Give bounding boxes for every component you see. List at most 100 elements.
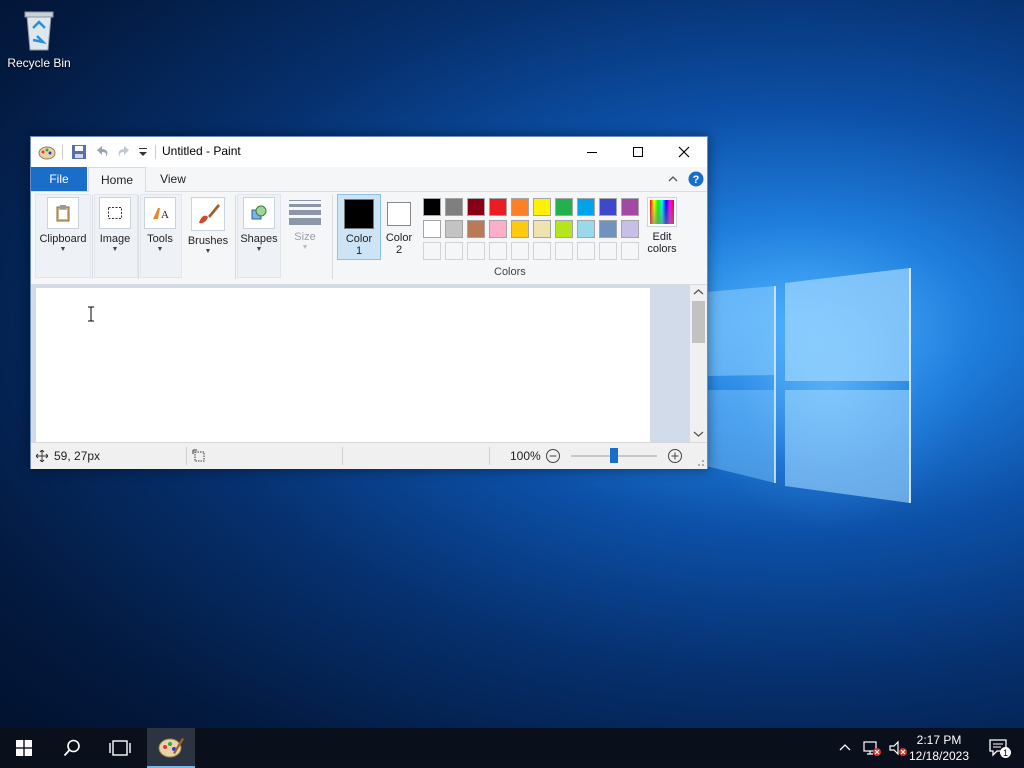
brushes-button[interactable]: Brushes ▼: [183, 197, 233, 255]
palette-swatch[interactable]: [423, 198, 441, 216]
palette-swatch[interactable]: [445, 198, 463, 216]
notification-count: 1: [1003, 748, 1008, 758]
palette-swatch[interactable]: [577, 198, 595, 216]
palette-swatch[interactable]: [599, 198, 617, 216]
ribbon-tabs: File Home View ?: [31, 167, 707, 193]
palette-swatch-empty[interactable]: [423, 242, 441, 260]
title-bar[interactable]: Untitled - Paint: [31, 137, 707, 167]
color2-number: 2: [395, 244, 403, 256]
palette-swatch-empty[interactable]: [621, 242, 639, 260]
tools-button[interactable]: A Tools ▼: [140, 197, 180, 253]
divider: [332, 195, 333, 279]
shapes-button[interactable]: Shapes ▼: [237, 197, 281, 253]
palette-swatch[interactable]: [599, 220, 617, 238]
close-button[interactable]: [661, 137, 707, 167]
network-disconnected-icon[interactable]: [862, 739, 882, 757]
palette-swatch[interactable]: [467, 198, 485, 216]
maximize-button[interactable]: [615, 137, 661, 167]
divider: [489, 447, 490, 465]
scroll-thumb[interactable]: [692, 301, 705, 343]
palette-swatch[interactable]: [467, 220, 485, 238]
svg-text:?: ?: [693, 174, 700, 186]
palette-swatch-empty[interactable]: [489, 242, 507, 260]
tab-view[interactable]: View: [148, 167, 198, 191]
palette-swatch[interactable]: [621, 220, 639, 238]
taskbar-paint-app[interactable]: [147, 728, 195, 768]
color2-label: Color: [385, 232, 413, 244]
zoom-slider-thumb[interactable]: [610, 448, 618, 463]
maximize-icon: [633, 147, 643, 157]
undo-icon[interactable]: [93, 144, 111, 160]
palette-swatch[interactable]: [555, 198, 573, 216]
color1-swatch: [344, 199, 374, 229]
size-icon: [289, 197, 321, 227]
minimize-button[interactable]: [569, 137, 615, 167]
task-view-button[interactable]: [96, 728, 144, 768]
tab-home[interactable]: Home: [88, 167, 146, 193]
redo-icon[interactable]: [115, 144, 133, 160]
canvas-workspace: [31, 285, 690, 442]
palette-swatch-empty[interactable]: [445, 242, 463, 260]
palette-swatch[interactable]: [533, 220, 551, 238]
task-view-icon: [109, 740, 131, 756]
text-cursor-icon: [88, 306, 94, 322]
minimize-icon: [587, 152, 597, 153]
windows-start-icon: [16, 740, 32, 756]
drawing-canvas[interactable]: [36, 288, 650, 442]
start-button[interactable]: [0, 728, 48, 768]
palette-swatch[interactable]: [489, 198, 507, 216]
palette-swatch-empty[interactable]: [577, 242, 595, 260]
palette-swatch[interactable]: [555, 220, 573, 238]
palette-swatch-empty[interactable]: [555, 242, 573, 260]
divider: [138, 195, 139, 279]
zoom-in-icon[interactable]: [667, 448, 683, 464]
edit-colors-label-1: Edit: [652, 231, 672, 243]
palette-swatch[interactable]: [511, 198, 529, 216]
scroll-down-icon[interactable]: [693, 430, 704, 438]
scroll-up-icon[interactable]: [693, 288, 704, 296]
size-label: Size: [294, 231, 316, 243]
palette-swatch[interactable]: [489, 220, 507, 238]
paint-window: Untitled - Paint File Home View ? Clipbo…: [30, 136, 708, 469]
brush-icon: [191, 197, 225, 231]
collapse-ribbon-icon[interactable]: [667, 173, 679, 185]
color1-button[interactable]: Color 1: [337, 194, 381, 260]
clipboard-button[interactable]: Clipboard ▼: [35, 197, 91, 253]
customize-qa-icon[interactable]: [137, 145, 149, 159]
zoom-out-icon[interactable]: [545, 448, 561, 464]
palette-swatch-empty[interactable]: [533, 242, 551, 260]
brushes-label: Brushes: [187, 235, 229, 247]
palette-swatch-empty[interactable]: [467, 242, 485, 260]
image-button[interactable]: Image ▼: [94, 197, 136, 253]
notifications-icon: 1: [989, 739, 1011, 758]
taskbar: 2:17 PM 12/18/2023 1: [0, 728, 1024, 768]
clock-time: 2:17 PM: [916, 733, 962, 747]
vertical-scrollbar[interactable]: [690, 285, 707, 442]
palette-swatch[interactable]: [511, 220, 529, 238]
help-icon[interactable]: ?: [688, 171, 704, 187]
palette-swatch[interactable]: [423, 220, 441, 238]
palette-swatch[interactable]: [621, 198, 639, 216]
show-hidden-icons-icon[interactable]: [838, 741, 852, 755]
palette-swatch-empty[interactable]: [599, 242, 617, 260]
tab-file[interactable]: File: [31, 167, 87, 191]
save-icon[interactable]: [71, 144, 87, 160]
clipboard-dropdown-arrow: ▼: [59, 246, 67, 253]
palette-swatch-empty[interactable]: [511, 242, 529, 260]
search-icon: [63, 739, 80, 757]
edit-colors-button[interactable]: Edit colors: [641, 197, 683, 255]
palette-swatch[interactable]: [577, 220, 595, 238]
size-button[interactable]: Size ▼: [283, 197, 327, 251]
search-button[interactable]: [48, 728, 96, 768]
color1-label: Color: [345, 233, 373, 245]
tools-dropdown-arrow: ▼: [156, 246, 164, 253]
color2-swatch: [387, 202, 411, 226]
clipboard-label: Clipboard: [39, 233, 87, 245]
color2-button[interactable]: Color 2: [383, 194, 415, 256]
palette-swatch[interactable]: [533, 198, 551, 216]
resize-grip-icon[interactable]: [695, 457, 705, 467]
desktop-icon-recycle-bin[interactable]: Recycle Bin: [4, 6, 74, 70]
palette-swatch[interactable]: [445, 220, 463, 238]
taskbar-clock[interactable]: 2:17 PM 12/18/2023: [904, 732, 974, 764]
action-center-button[interactable]: 1: [976, 728, 1024, 768]
